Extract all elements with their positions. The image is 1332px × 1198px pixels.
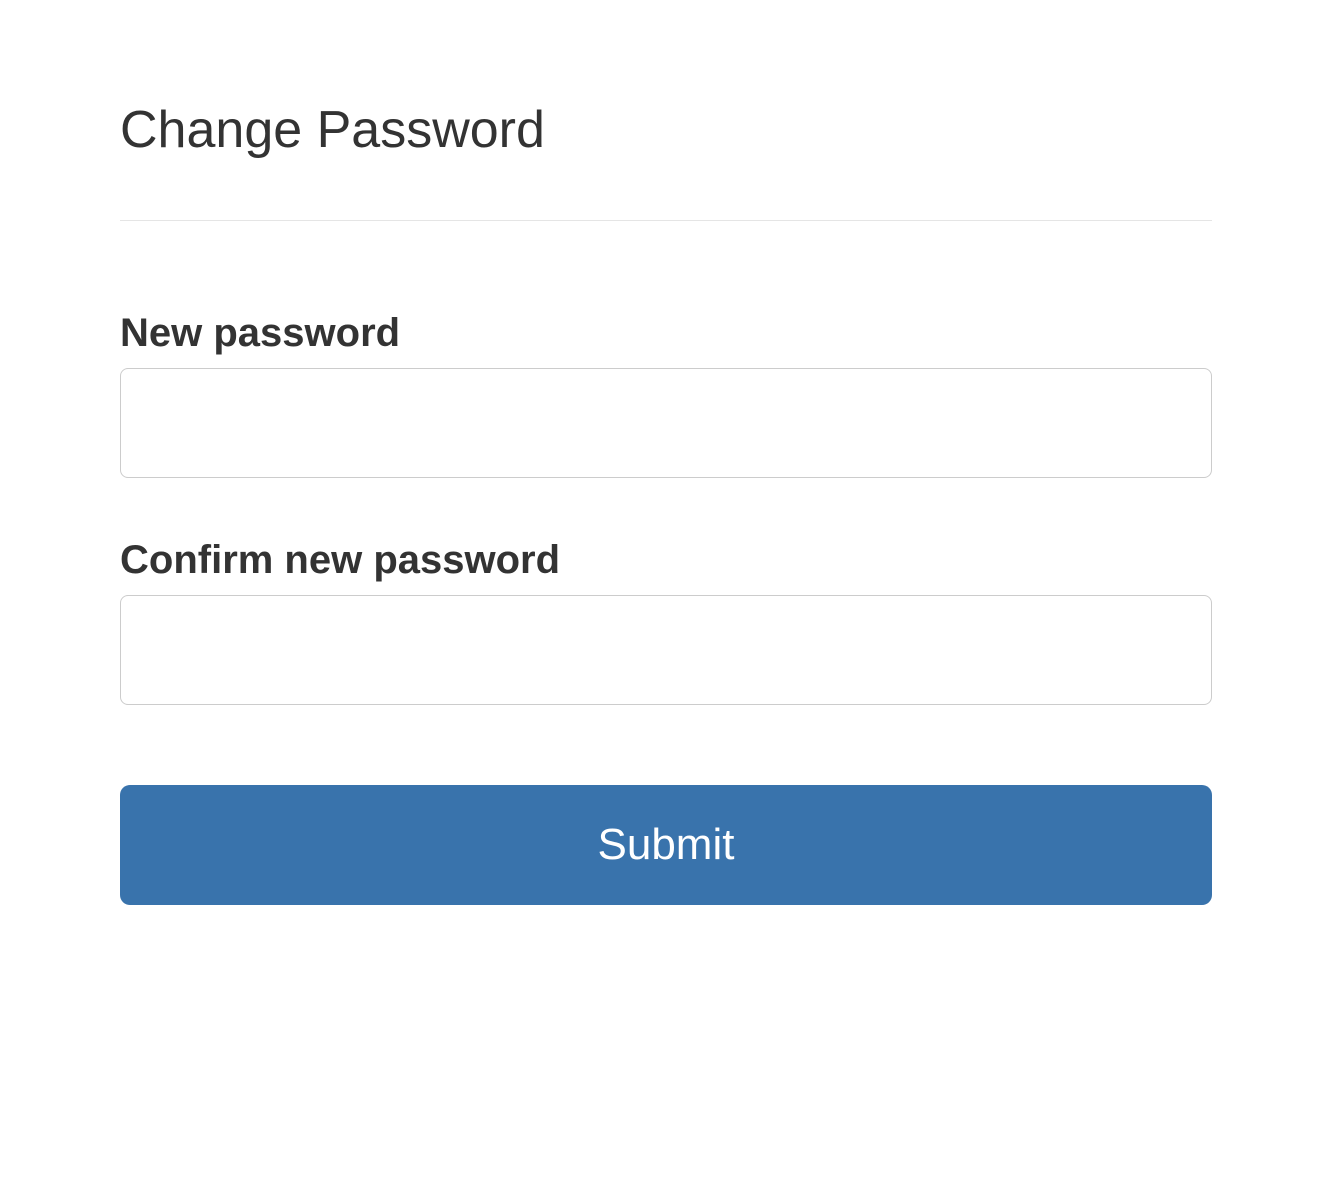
new-password-input[interactable] xyxy=(120,368,1212,478)
confirm-password-input[interactable] xyxy=(120,595,1212,705)
divider xyxy=(120,220,1212,221)
confirm-password-group: Confirm new password xyxy=(120,538,1212,705)
change-password-form: New password Confirm new password Submit xyxy=(120,311,1212,905)
submit-button[interactable]: Submit xyxy=(120,785,1212,905)
confirm-password-label: Confirm new password xyxy=(120,538,1212,583)
page-title: Change Password xyxy=(120,100,1212,160)
new-password-group: New password xyxy=(120,311,1212,478)
new-password-label: New password xyxy=(120,311,1212,356)
